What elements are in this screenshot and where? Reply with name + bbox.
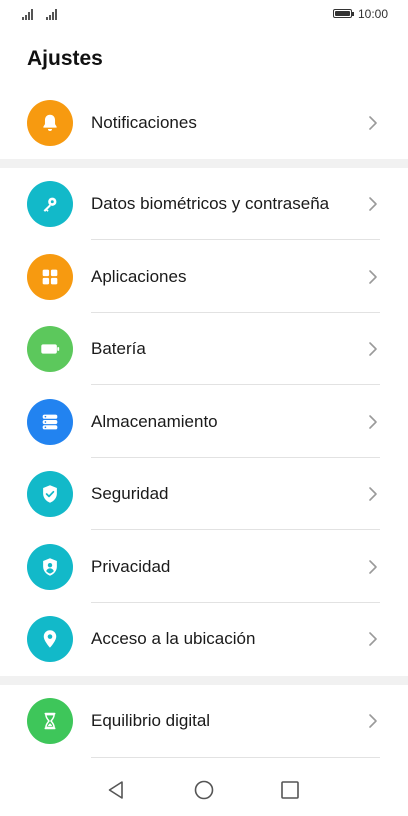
- status-bar: 10:00: [0, 0, 408, 28]
- settings-item-battery[interactable]: Batería: [0, 313, 408, 385]
- bell-icon: [27, 100, 73, 146]
- settings-item-label: Equilibrio digital: [91, 711, 211, 730]
- signal-strength-icon: [46, 8, 60, 20]
- settings-item-digital-balance[interactable]: Equilibrio digital: [0, 685, 408, 758]
- row-separator: [91, 384, 380, 385]
- chevron-right-icon: [369, 714, 377, 728]
- row-separator: [91, 529, 380, 530]
- settings-item-label: Seguridad: [91, 484, 169, 503]
- settings-item-apps[interactable]: Aplicaciones: [0, 241, 408, 313]
- chevron-right-icon: [369, 116, 377, 130]
- page-title: Ajustes: [27, 47, 103, 70]
- settings-item-label: Acceso a la ubicación: [91, 629, 256, 648]
- settings-item-privacy[interactable]: Privacidad: [0, 531, 408, 603]
- status-time: 10:00: [358, 7, 389, 21]
- battery-icon: [27, 326, 73, 372]
- chevron-right-icon: [369, 197, 377, 211]
- settings-item-location[interactable]: Acceso a la ubicación: [0, 603, 408, 675]
- section-divider: [0, 159, 408, 168]
- settings-item-storage[interactable]: Almacenamiento: [0, 386, 408, 458]
- privacy-shield-icon: [27, 544, 73, 590]
- section-divider: [0, 676, 408, 685]
- chevron-right-icon: [369, 270, 377, 284]
- settings-item-security[interactable]: Seguridad: [0, 458, 408, 530]
- chevron-right-icon: [369, 342, 377, 356]
- recent-apps-button[interactable]: [278, 778, 302, 802]
- settings-item-label: Almacenamiento: [91, 412, 218, 431]
- home-button[interactable]: [192, 778, 216, 802]
- row-separator: [91, 239, 380, 240]
- apps-grid-icon: [27, 254, 73, 300]
- settings-item-notifications[interactable]: Notificaciones: [0, 87, 408, 159]
- settings-item-label: Datos biométricos y contraseña: [91, 194, 330, 213]
- settings-item-label: Privacidad: [91, 557, 171, 576]
- system-navigation-bar: [0, 760, 408, 816]
- battery-status-icon: [333, 9, 354, 18]
- key-icon: [27, 181, 73, 227]
- storage-icon: [27, 399, 73, 445]
- settings-item-biometrics[interactable]: Datos biométricos y contraseña: [0, 168, 408, 240]
- chevron-right-icon: [369, 415, 377, 429]
- chevron-right-icon: [369, 632, 377, 646]
- location-pin-icon: [27, 616, 73, 662]
- hourglass-icon: [27, 698, 73, 744]
- shield-check-icon: [27, 471, 73, 517]
- signal-strength-icon: [22, 8, 36, 20]
- chevron-right-icon: [369, 560, 377, 574]
- settings-item-label: Aplicaciones: [91, 267, 187, 286]
- settings-item-label: Batería: [91, 339, 146, 358]
- back-button[interactable]: [104, 778, 128, 802]
- row-separator: [91, 757, 380, 758]
- chevron-right-icon: [369, 487, 377, 501]
- settings-item-label: Notificaciones: [91, 113, 197, 132]
